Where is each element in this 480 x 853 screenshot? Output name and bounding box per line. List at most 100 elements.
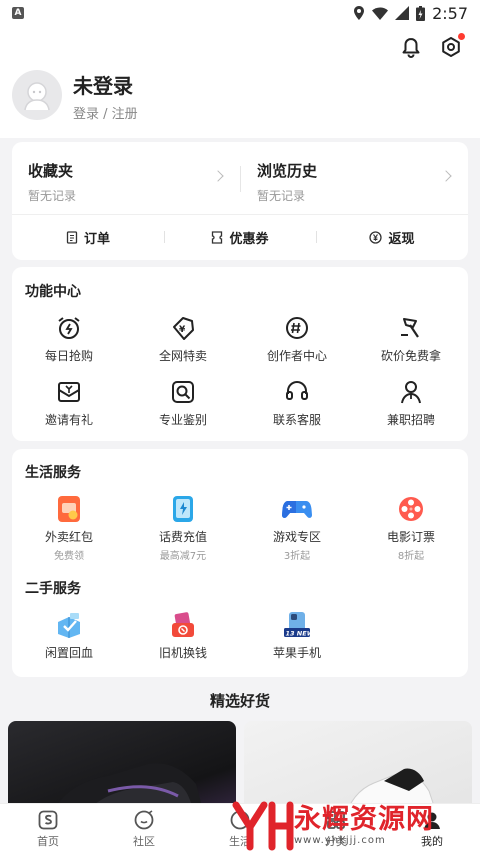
yen-icon xyxy=(369,231,383,244)
cashback-label: 返现 xyxy=(388,232,415,247)
nav-community[interactable]: 社区 xyxy=(96,804,192,853)
order-shortcuts: 订单 优惠券 返现 xyxy=(12,215,468,260)
receipt-icon xyxy=(66,231,78,244)
gamepad-icon xyxy=(282,501,312,518)
signal-icon xyxy=(395,6,410,20)
second-hand-item[interactable]: 13 NEW 苹果手机 xyxy=(240,610,354,661)
coupons-label: 优惠券 xyxy=(229,232,269,247)
headset-icon xyxy=(286,381,308,400)
coupon-icon xyxy=(212,231,223,244)
favorites-empty-text: 暂无记录 xyxy=(28,189,77,203)
second-hand-label: 闲置回血 xyxy=(44,646,93,660)
iphone-badge: 13 NEW xyxy=(286,630,312,638)
orders-button[interactable]: 订单 xyxy=(12,228,164,247)
history-empty-text: 暂无记录 xyxy=(257,189,306,203)
life-service-sub: 3折起 xyxy=(283,551,311,562)
function-center-card: 功能中心 每日抢购 ¥ 全网特卖 创作者中心 砍价免费拿 邀请有礼 专业鉴别 联… xyxy=(12,267,468,441)
watermark: 永辉资源网 www.yhkjjj.com xyxy=(232,798,468,853)
recycle-box-icon xyxy=(58,613,80,638)
function-item[interactable]: 创作者中心 xyxy=(240,313,354,364)
function-item[interactable]: 邀请有礼 xyxy=(12,377,126,428)
life-service-label: 话费充值 xyxy=(158,530,207,544)
nav-home[interactable]: 首页 xyxy=(0,804,96,853)
login-status-title[interactable]: 未登录 xyxy=(73,70,133,99)
function-grid-row-1: 每日抢购 ¥ 全网特卖 创作者中心 砍价免费拿 xyxy=(12,313,468,364)
life-service-label: 外卖红包 xyxy=(44,530,93,544)
life-service-sub: 8折起 xyxy=(397,551,425,562)
profile-header: 未登录 登录 / 注册 xyxy=(0,26,480,138)
function-item[interactable]: ¥ 全网特卖 xyxy=(126,313,240,364)
function-item[interactable]: 兼职招聘 xyxy=(354,377,468,428)
bell-icon[interactable] xyxy=(400,36,422,58)
life-service-item[interactable]: 外卖红包 免费领 xyxy=(12,494,126,562)
phone-charge-icon xyxy=(173,496,193,522)
orders-label: 订单 xyxy=(83,232,110,247)
watermark-url: www.yhkjjj.com xyxy=(294,834,386,846)
second-hand-item[interactable]: 闲置回血 xyxy=(12,610,126,661)
life-service-item[interactable]: 游戏专区 3折起 xyxy=(240,494,354,562)
function-item[interactable]: 每日抢购 xyxy=(12,313,126,364)
function-item-label: 创作者中心 xyxy=(266,349,327,363)
iphone-icon: 13 NEW xyxy=(284,612,312,638)
price-tag-icon: ¥ xyxy=(173,317,194,340)
function-grid-row-2: 邀请有礼 专业鉴别 联系客服 兼职招聘 xyxy=(12,377,468,428)
function-item-label: 联系客服 xyxy=(272,413,321,427)
history-entry[interactable]: 浏览历史 暂无记录 xyxy=(257,160,457,204)
alarm-clock-icon xyxy=(58,317,80,339)
watermark-logo xyxy=(232,801,294,851)
nav-label: 首页 xyxy=(37,834,59,848)
home-icon xyxy=(38,810,58,829)
nav-label: 社区 xyxy=(133,834,155,848)
watermark-brand: 永辉资源网 xyxy=(294,803,434,835)
verify-icon xyxy=(172,381,194,403)
axe-icon xyxy=(401,318,419,338)
status-time: 2:57 xyxy=(432,3,468,23)
function-item-label: 全网特卖 xyxy=(158,349,207,363)
cashback-button[interactable]: 返现 xyxy=(316,228,468,247)
section-title: 二手服务 xyxy=(25,581,81,597)
favorites-card: 收藏夹 暂无记录 浏览历史 暂无记录 订单 优惠券 返现 xyxy=(12,142,468,260)
function-item-label: 每日抢购 xyxy=(44,349,93,363)
login-register-link[interactable]: 登录 / 注册 xyxy=(73,103,138,122)
person-icon xyxy=(401,381,421,404)
wifi-icon xyxy=(372,7,389,20)
status-bar: A 2:57 xyxy=(0,0,480,26)
history-title: 浏览历史 xyxy=(257,162,318,180)
life-service-sub: 最高减7元 xyxy=(159,551,207,562)
function-item-label: 砍价免费拿 xyxy=(380,349,441,363)
red-packet-icon xyxy=(58,496,80,522)
default-avatar-icon xyxy=(24,82,50,111)
function-item-label: 兼职招聘 xyxy=(386,413,435,427)
section-title: 功能中心 xyxy=(25,284,81,300)
favorites-title: 收藏夹 xyxy=(28,162,74,180)
community-icon xyxy=(134,809,154,829)
divider xyxy=(240,166,241,192)
function-item[interactable]: 联系客服 xyxy=(240,377,354,428)
life-service-item[interactable]: 电影订票 8折起 xyxy=(354,494,468,562)
favorites-entry[interactable]: 收藏夹 暂无记录 xyxy=(28,160,228,204)
life-services-grid: 外卖红包 免费领 话费充值 最高减7元 游戏专区 3折起 电影订票 8折起 xyxy=(12,494,468,562)
envelope-icon xyxy=(58,382,80,402)
function-item[interactable]: 专业鉴别 xyxy=(126,377,240,428)
film-reel-icon xyxy=(399,497,423,521)
second-hand-label: 旧机换钱 xyxy=(158,646,207,660)
coupons-button[interactable]: 优惠券 xyxy=(164,228,316,247)
notification-dot xyxy=(458,33,465,40)
function-item[interactable]: 砍价免费拿 xyxy=(354,313,468,364)
section-title: 生活服务 xyxy=(25,465,81,481)
second-hand-grid: 闲置回血 旧机换钱 13 NEW 苹果手机 xyxy=(12,610,468,661)
avatar[interactable] xyxy=(12,70,62,120)
function-item-label: 专业鉴别 xyxy=(158,413,207,427)
life-service-item[interactable]: 话费充值 最高减7元 xyxy=(126,494,240,562)
watermark-text: 永辉资源网 www.yhkjjj.com xyxy=(294,803,434,847)
second-hand-item[interactable]: 旧机换钱 xyxy=(126,610,240,661)
location-icon xyxy=(354,6,365,20)
settings-button[interactable] xyxy=(440,33,465,58)
battery-icon xyxy=(416,5,426,21)
svg-text:¥: ¥ xyxy=(179,325,186,335)
second-hand-label: 苹果手机 xyxy=(272,646,321,660)
hashtag-icon xyxy=(286,317,308,339)
picks-title: 精选好货 xyxy=(209,692,270,710)
life-service-sub: 免费领 xyxy=(54,551,84,562)
phone-trade-icon xyxy=(172,612,194,637)
